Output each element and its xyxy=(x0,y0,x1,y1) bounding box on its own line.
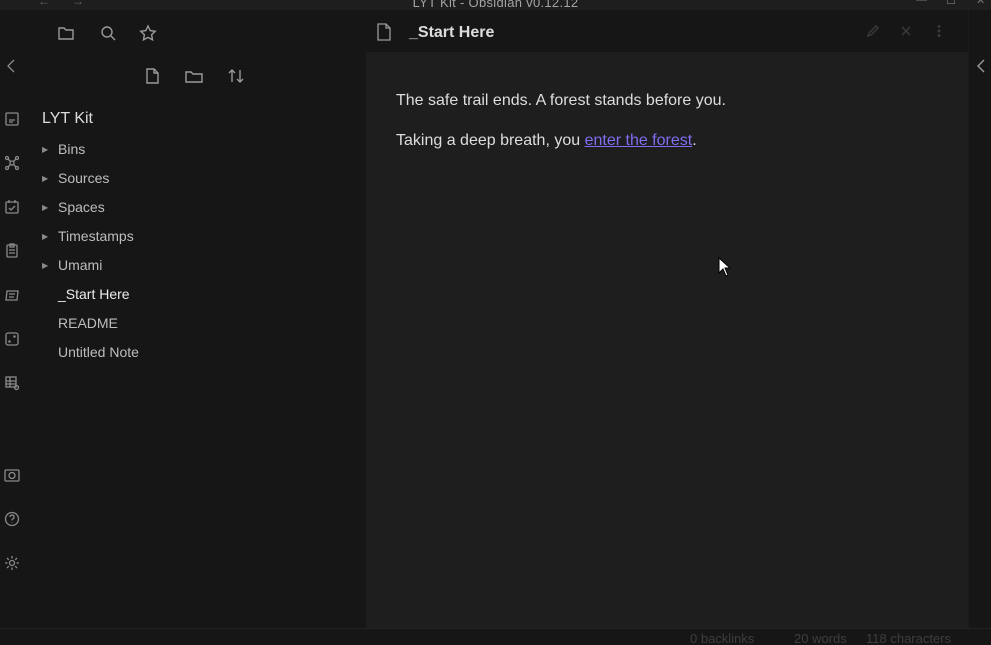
sort-order-icon[interactable] xyxy=(225,65,247,87)
file-label: README xyxy=(58,315,118,331)
open-quick-switcher-icon[interactable] xyxy=(3,110,21,128)
folder-item-sources[interactable]: ▶ Sources xyxy=(42,167,109,189)
table-icon[interactable] xyxy=(3,374,21,392)
status-bar: 0 backlinks 20 words 118 characters xyxy=(0,628,991,645)
folder-item-umami[interactable]: ▶ Umami xyxy=(42,254,102,276)
more-options-icon[interactable] xyxy=(932,24,948,40)
folder-item-spaces[interactable]: ▶ Spaces xyxy=(42,196,105,218)
collapse-arrow-icon[interactable]: ▶ xyxy=(42,145,58,154)
random-note-icon[interactable] xyxy=(3,330,21,348)
collapse-right-icon[interactable] xyxy=(975,58,987,79)
settings-icon[interactable] xyxy=(3,554,21,572)
paragraph: The safe trail ends. A forest stands bef… xyxy=(396,92,726,109)
slides-icon[interactable] xyxy=(3,286,21,304)
close-pane-icon[interactable] xyxy=(899,24,915,40)
starred-tab-icon[interactable] xyxy=(137,22,159,44)
backlinks-count[interactable]: 0 backlinks xyxy=(690,631,754,645)
folder-label: Bins xyxy=(58,141,86,157)
daily-note-icon[interactable] xyxy=(3,198,21,216)
search-tab-icon[interactable] xyxy=(97,22,119,44)
graph-view-icon[interactable] xyxy=(3,154,21,172)
title-bar: ← → LYT Kit - Obsidian v0.12.12 — ☐ ✕ xyxy=(0,0,991,10)
file-explorer-sidebar: LYT Kit ▶ Bins ▶ Sources ▶ Spaces ▶ Time… xyxy=(24,10,366,628)
new-note-icon[interactable] xyxy=(141,65,163,87)
paragraph-text: . xyxy=(692,132,697,149)
minimize-icon[interactable]: — xyxy=(916,0,927,6)
window-title: LYT Kit - Obsidian v0.12.12 xyxy=(412,0,579,10)
templates-icon[interactable] xyxy=(3,242,21,260)
file-label: _Start Here xyxy=(58,286,130,302)
maximize-icon[interactable]: ☐ xyxy=(946,0,956,7)
collapse-arrow-icon[interactable]: ▶ xyxy=(42,203,58,212)
collapse-arrow-icon[interactable]: ▶ xyxy=(42,232,58,241)
collapse-left-icon[interactable] xyxy=(3,57,21,75)
folder-label: Spaces xyxy=(58,199,105,215)
file-item-start-here[interactable]: _Start Here xyxy=(58,283,130,305)
note-title[interactable]: _Start Here xyxy=(409,24,494,42)
collapse-arrow-icon[interactable]: ▶ xyxy=(42,261,58,270)
character-count: 118 characters xyxy=(866,631,952,645)
file-item-readme[interactable]: README xyxy=(58,312,118,334)
word-count: 20 words xyxy=(794,631,847,645)
paragraph: Taking a deep breath, you enter the fore… xyxy=(396,130,956,152)
vault-icon[interactable] xyxy=(3,466,21,484)
paragraph-text: Taking a deep breath, you xyxy=(396,132,585,149)
new-folder-icon[interactable] xyxy=(183,65,205,87)
folder-label: Umami xyxy=(58,257,103,273)
folder-item-timestamps[interactable]: ▶ Timestamps xyxy=(42,225,134,247)
document-icon[interactable] xyxy=(376,23,392,46)
file-label: Untitled Note xyxy=(58,344,139,360)
folder-label: Sources xyxy=(58,170,110,186)
editor-pane: _Start Here The safe trail ends. A fores… xyxy=(366,10,991,628)
help-icon[interactable] xyxy=(3,510,21,528)
vault-title: LYT Kit xyxy=(42,110,93,127)
folder-item-bins[interactable]: ▶ Bins xyxy=(42,138,85,160)
edit-pencil-icon[interactable] xyxy=(866,24,882,40)
mouse-cursor-icon xyxy=(718,257,732,277)
file-explorer-tab-icon[interactable] xyxy=(55,22,77,44)
note-content[interactable]: The safe trail ends. A forest stands bef… xyxy=(396,90,956,170)
right-ribbon xyxy=(968,10,991,628)
internal-link[interactable]: enter the forest xyxy=(585,132,693,149)
folder-label: Timestamps xyxy=(58,228,134,244)
close-window-icon[interactable]: ✕ xyxy=(976,0,985,7)
file-item-untitled-note[interactable]: Untitled Note xyxy=(58,341,139,363)
view-header: _Start Here xyxy=(366,10,968,52)
collapse-arrow-icon[interactable]: ▶ xyxy=(42,174,58,183)
left-ribbon xyxy=(0,10,24,628)
